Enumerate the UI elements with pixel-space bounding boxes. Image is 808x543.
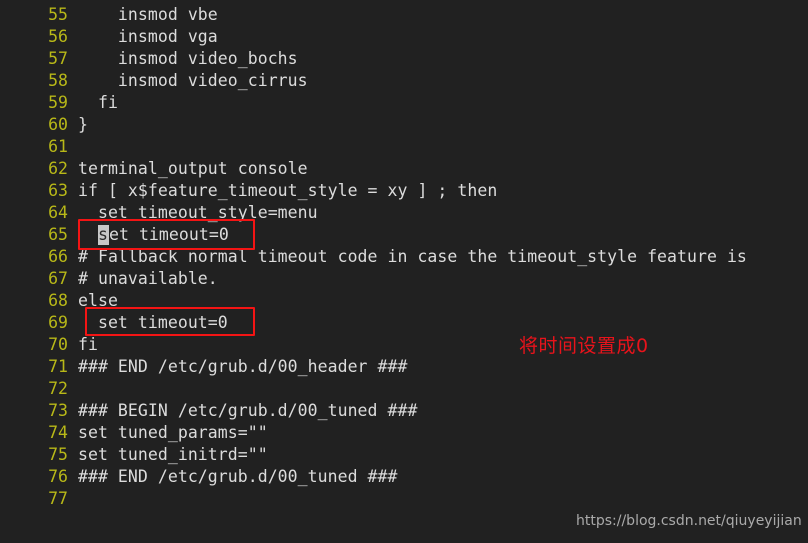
line-number: 64	[48, 203, 68, 222]
line-number: 65	[48, 225, 68, 244]
line-number: 75	[48, 445, 68, 464]
line-content: ### END /etc/grub.d/00_header ###	[78, 357, 408, 376]
line-number: 55	[48, 5, 68, 24]
code-line[interactable]: 63 if [ x$feature_timeout_style = xy ] ;…	[0, 180, 808, 202]
line-number: 72	[48, 379, 68, 398]
line-content: insmod video_cirrus	[78, 71, 308, 90]
line-content: ### BEGIN /etc/grub.d/00_tuned ###	[78, 401, 418, 420]
watermark-url: https://blog.csdn.net/qiuyeyijian	[576, 513, 802, 529]
code-line[interactable]: 75 set tuned_initrd=""	[0, 444, 808, 466]
line-content: set tuned_params=""	[78, 423, 268, 442]
annotation-text: 将时间设置成0	[519, 335, 649, 357]
line-number: 76	[48, 467, 68, 486]
code-line[interactable]: 73 ### BEGIN /etc/grub.d/00_tuned ###	[0, 400, 808, 422]
code-line[interactable]: 67 # unavailable.	[0, 268, 808, 290]
code-line[interactable]: 77	[0, 488, 808, 510]
line-number: 61	[48, 137, 68, 156]
line-content: fi	[78, 93, 118, 112]
line-content: terminal_output console	[78, 159, 308, 178]
line-number: 63	[48, 181, 68, 200]
line-number: 56	[48, 27, 68, 46]
cursor-character: s	[98, 225, 108, 244]
code-line[interactable]: 59 fi	[0, 92, 808, 114]
line-number: 67	[48, 269, 68, 288]
code-line[interactable]: 60 }	[0, 114, 808, 136]
line-content: set timeout=0	[78, 313, 228, 332]
code-line[interactable]: 64 set timeout_style=menu	[0, 202, 808, 224]
line-content: fi	[78, 335, 98, 354]
line-number: 73	[48, 401, 68, 420]
line-content: et timeout=0	[109, 225, 229, 244]
code-line[interactable]: 69 set timeout=0	[0, 312, 808, 334]
code-line[interactable]: 74 set tuned_params=""	[0, 422, 808, 444]
line-content: insmod video_bochs	[78, 49, 298, 68]
line-number: 74	[48, 423, 68, 442]
line-number: 58	[48, 71, 68, 90]
code-line[interactable]: 57 insmod video_bochs	[0, 48, 808, 70]
line-number: 68	[48, 291, 68, 310]
line-content: }	[78, 115, 88, 134]
code-line[interactable]: 76 ### END /etc/grub.d/00_tuned ###	[0, 466, 808, 488]
line-number: 77	[48, 489, 68, 508]
code-line[interactable]: 68 else	[0, 290, 808, 312]
line-number: 66	[48, 247, 68, 266]
line-content: else	[78, 291, 118, 310]
code-line[interactable]: 70 fi	[0, 334, 808, 356]
line-number: 57	[48, 49, 68, 68]
code-line[interactable]: 61	[0, 136, 808, 158]
line-content: ### END /etc/grub.d/00_tuned ###	[78, 467, 398, 486]
code-line[interactable]: 71 ### END /etc/grub.d/00_header ###	[0, 356, 808, 378]
line-number: 59	[48, 93, 68, 112]
code-editor-text-area[interactable]: 55 insmod vbe 56 insmod vga 57 insmod vi…	[0, 0, 808, 543]
code-line[interactable]: 72	[0, 378, 808, 400]
line-content: if [ x$feature_timeout_style = xy ] ; th…	[78, 181, 498, 200]
code-line[interactable]: 56 insmod vga	[0, 26, 808, 48]
code-line[interactable]: 62 terminal_output console	[0, 158, 808, 180]
line-content: insmod vbe	[78, 5, 218, 24]
line-content: insmod vga	[78, 27, 218, 46]
line-content: set timeout_style=menu	[78, 203, 318, 222]
line-number: 69	[48, 313, 68, 332]
line-content: # Fallback normal timeout code in case t…	[78, 247, 747, 266]
code-line[interactable]: 55 insmod vbe	[0, 4, 808, 26]
line-content: set tuned_initrd=""	[78, 445, 268, 464]
line-content: # unavailable.	[78, 269, 218, 288]
line-number: 62	[48, 159, 68, 178]
code-editor-screenshot: 55 insmod vbe 56 insmod vga 57 insmod vi…	[0, 0, 808, 543]
line-number: 60	[48, 115, 68, 134]
code-line[interactable]: 66 # Fallback normal timeout code in cas…	[0, 246, 808, 268]
line-number: 71	[48, 357, 68, 376]
line-number: 70	[48, 335, 68, 354]
code-line-with-cursor[interactable]: 65 s et timeout=0	[0, 224, 808, 246]
code-line[interactable]: 58 insmod video_cirrus	[0, 70, 808, 92]
